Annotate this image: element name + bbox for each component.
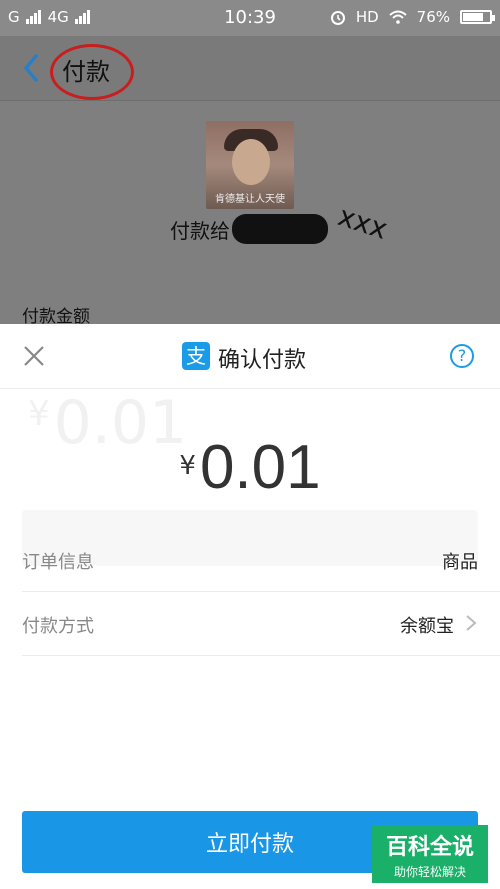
amount-value: 0.01 — [199, 433, 321, 502]
app-header: 付款 — [0, 36, 500, 101]
help-icon[interactable]: ? — [450, 344, 474, 368]
alarm-icon — [330, 11, 345, 25]
status-bar: G 4G 10:39 HD 76% — [0, 0, 500, 36]
redaction-scribble — [232, 214, 328, 244]
sheet-title: 确认付款 — [218, 348, 307, 373]
order-info-value: 商品 — [442, 552, 478, 573]
currency-symbol: ¥ — [179, 451, 196, 481]
battery-level — [463, 13, 483, 21]
pay-to-label: 付款给 — [170, 219, 230, 243]
wifi-icon — [388, 10, 407, 24]
payment-amount: ¥0.01 — [0, 432, 500, 503]
alipay-logo-icon: 支 — [182, 342, 210, 370]
page-title: 付款 — [62, 58, 110, 86]
battery-icon — [460, 10, 495, 24]
divider — [22, 655, 500, 656]
payment-method-label: 付款方式 — [22, 616, 94, 637]
payment-method-row[interactable]: 付款方式 余额宝 — [22, 592, 478, 656]
avatar-caption: 肯德基让人天使 — [215, 194, 285, 205]
order-info-row: 订单信息 商品 — [22, 528, 478, 592]
confirm-payment-sheet: 支 确认付款 ? ¥0.01 ¥0.01 订单信息 商品 付款方式 余额宝 立即… — [0, 324, 500, 889]
payee-avatar: 肯德基让人天使 — [206, 121, 294, 209]
hd-label: HD — [355, 8, 379, 26]
close-icon[interactable] — [22, 344, 46, 368]
ghost-currency: ¥ — [28, 394, 50, 434]
handwritten-annotation: xxx — [334, 199, 392, 246]
watermark-subtitle: 助你轻松解决 — [393, 865, 466, 879]
payment-method-value: 余额宝 — [400, 616, 454, 637]
order-info-label: 订单信息 — [22, 552, 94, 573]
chevron-right-icon — [466, 615, 477, 631]
watermark-title: 百科全说 — [385, 835, 474, 860]
battery-percent: 76% — [416, 8, 450, 26]
watermark-logo: 百科全说 助你轻松解决 — [372, 825, 488, 883]
back-arrow-icon[interactable] — [18, 52, 46, 84]
status-icons: HD 76% — [330, 8, 495, 26]
